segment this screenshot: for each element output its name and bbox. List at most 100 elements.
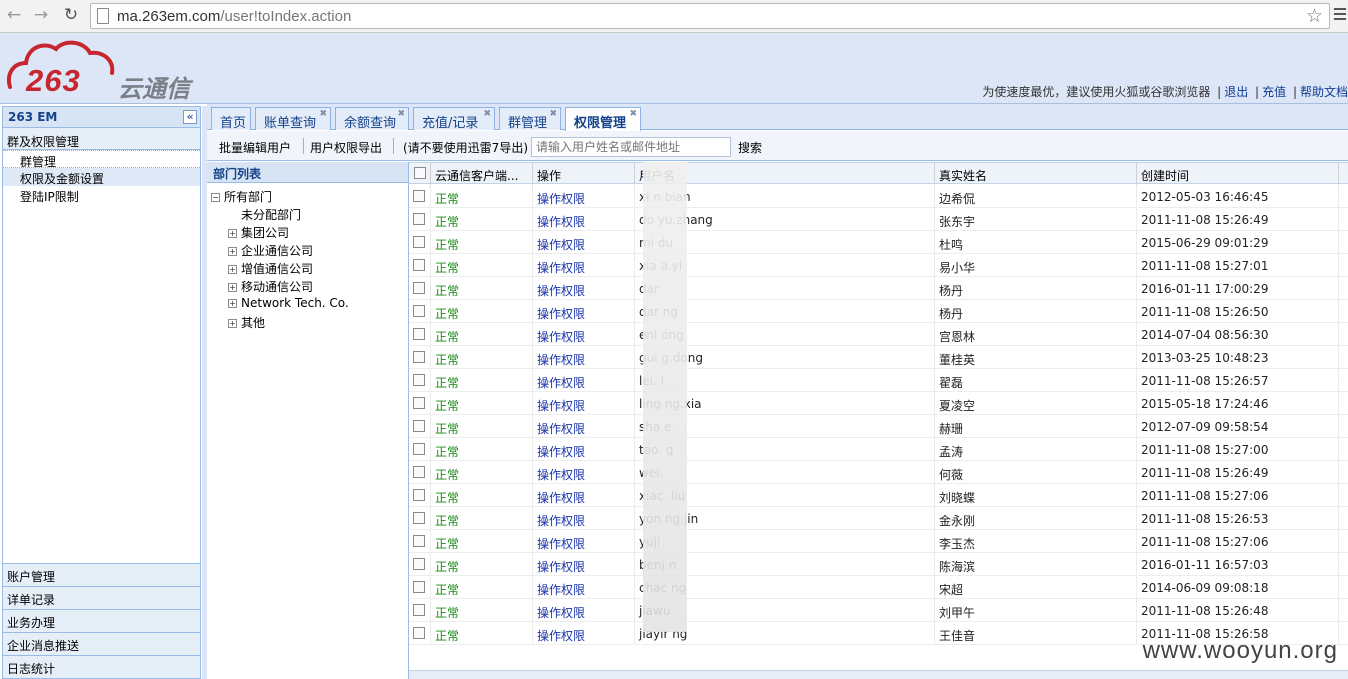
row-checkbox[interactable]: [413, 328, 425, 340]
sidebar-group-account[interactable]: 账户管理: [3, 563, 200, 586]
close-icon[interactable]: ✖: [549, 109, 557, 119]
row-checkbox[interactable]: [413, 305, 425, 317]
row-checkbox[interactable]: [413, 282, 425, 294]
expand-node-icon[interactable]: +: [228, 283, 237, 292]
row-checkbox[interactable]: [413, 443, 425, 455]
row-checkbox[interactable]: [413, 374, 425, 386]
tab-bill-query[interactable]: 账单查询 ✖: [255, 107, 331, 131]
operation-link[interactable]: 操作权限: [533, 530, 635, 553]
operation-link[interactable]: 操作权限: [533, 300, 635, 323]
table-row[interactable]: 正常操作权限xiac .liu刘晓蝶2011-11-08 15:27:06: [409, 484, 1348, 507]
table-row[interactable]: 正常操作权限tao. g孟涛2011-11-08 15:27:00: [409, 438, 1348, 461]
tree-node[interactable]: 未分配部门: [241, 206, 301, 223]
operation-link[interactable]: 操作权限: [533, 254, 635, 277]
column-header[interactable]: 创建时间: [1137, 163, 1339, 185]
operation-link[interactable]: 操作权限: [533, 461, 635, 484]
operation-link[interactable]: 操作权限: [533, 369, 635, 392]
tab-home[interactable]: 首页: [211, 107, 251, 131]
table-row[interactable]: 正常操作权限benj n陈海滨2016-01-11 16:57:03: [409, 553, 1348, 576]
tree-node[interactable]: + 其他: [228, 314, 265, 331]
sidebar-item-permission-amount[interactable]: 权限及金额设置: [3, 168, 200, 186]
table-row[interactable]: 正常操作权限xia a.yi易小华2011-11-08 15:27:01: [409, 254, 1348, 277]
row-checkbox[interactable]: [413, 581, 425, 593]
expand-node-icon[interactable]: +: [228, 265, 237, 274]
reload-icon[interactable]: ↻: [60, 4, 82, 26]
search-input[interactable]: [531, 137, 731, 157]
operation-link[interactable]: 操作权限: [533, 415, 635, 438]
select-all-checkbox[interactable]: [414, 167, 426, 179]
table-row[interactable]: 正常操作权限xi n.bian边希侃2012-05-03 16:46:45: [409, 185, 1348, 208]
operation-link[interactable]: 操作权限: [533, 576, 635, 599]
operation-link[interactable]: 操作权限: [533, 507, 635, 530]
table-row[interactable]: 正常操作权限dar杨丹2016-01-11 17:00:29: [409, 277, 1348, 300]
sidebar-item-ip-limit[interactable]: 登陆IP限制: [3, 186, 200, 204]
tree-node-root[interactable]: − 所有部门: [211, 188, 272, 205]
tree-node[interactable]: + 集团公司: [228, 224, 289, 241]
table-row[interactable]: 正常操作权限lei. i翟磊2011-11-08 15:26:57: [409, 369, 1348, 392]
tab-permission-manage[interactable]: 权限管理 ✖: [565, 107, 641, 131]
operation-link[interactable]: 操作权限: [533, 277, 635, 300]
row-checkbox[interactable]: [413, 466, 425, 478]
column-header[interactable]: 真实姓名: [935, 163, 1137, 185]
expand-node-icon[interactable]: +: [228, 247, 237, 256]
operation-link[interactable]: 操作权限: [533, 346, 635, 369]
export-button[interactable]: 用户权限导出: [310, 139, 382, 156]
row-checkbox[interactable]: [413, 489, 425, 501]
operation-link[interactable]: 操作权限: [533, 622, 635, 645]
operation-link[interactable]: 操作权限: [533, 208, 635, 231]
close-icon[interactable]: ✖: [397, 109, 405, 119]
row-checkbox[interactable]: [413, 351, 425, 363]
tree-node[interactable]: + 移动通信公司: [228, 278, 313, 295]
exit-link[interactable]: 退出: [1224, 85, 1248, 99]
table-row[interactable]: 正常操作权限do yu.zhang张东宇2011-11-08 15:26:49: [409, 208, 1348, 231]
close-icon[interactable]: ✖: [319, 109, 327, 119]
operation-link[interactable]: 操作权限: [533, 392, 635, 415]
row-checkbox[interactable]: [413, 236, 425, 248]
operation-link[interactable]: 操作权限: [533, 185, 635, 208]
help-link[interactable]: 帮助文档: [1300, 85, 1348, 99]
table-row[interactable]: 正常操作权限gui g.dong董桂英2013-03-25 10:48:23: [409, 346, 1348, 369]
tab-balance-query[interactable]: 余额查询 ✖: [335, 107, 409, 131]
operation-link[interactable]: 操作权限: [533, 323, 635, 346]
table-row[interactable]: 正常操作权限sha e赫珊2012-07-09 09:58:54: [409, 415, 1348, 438]
table-row[interactable]: 正常操作权限dar ng杨丹2011-11-08 15:26:50: [409, 300, 1348, 323]
tree-node[interactable]: + 增值通信公司: [228, 260, 313, 277]
bookmark-star-icon[interactable]: ☆: [1306, 5, 1323, 27]
table-row[interactable]: 正常操作权限yuji李玉杰2011-11-08 15:27:06: [409, 530, 1348, 553]
row-checkbox[interactable]: [413, 397, 425, 409]
collapse-node-icon[interactable]: −: [211, 193, 220, 202]
recharge-link[interactable]: 充值: [1262, 85, 1286, 99]
table-row[interactable]: 正常操作权限yon ng.jin金永刚2011-11-08 15:26:53: [409, 507, 1348, 530]
operation-link[interactable]: 操作权限: [533, 231, 635, 254]
row-checkbox[interactable]: [413, 512, 425, 524]
forward-arrow-icon[interactable]: →: [30, 4, 52, 26]
expand-node-icon[interactable]: +: [228, 319, 237, 328]
row-checkbox[interactable]: [413, 627, 425, 639]
sidebar-item-group-manage[interactable]: 群管理: [3, 150, 200, 169]
sidebar-group-log[interactable]: 日志统计: [3, 655, 200, 678]
table-row[interactable]: 正常操作权限enl ong宫恩林2014-07-04 08:56:30: [409, 323, 1348, 346]
operation-link[interactable]: 操作权限: [533, 484, 635, 507]
back-arrow-icon[interactable]: ←: [3, 4, 25, 26]
search-button[interactable]: 搜索: [738, 139, 762, 156]
table-row[interactable]: 正常操作权限chac ng宋超2014-06-09 09:08:18: [409, 576, 1348, 599]
row-checkbox[interactable]: [413, 259, 425, 271]
sidebar-group-business[interactable]: 业务办理: [3, 609, 200, 632]
table-row[interactable]: 正常操作权限wei.何薇2011-11-08 15:26:49: [409, 461, 1348, 484]
menu-icon[interactable]: [1334, 8, 1346, 24]
column-header[interactable]: 云通信客户端...: [431, 163, 533, 185]
table-row[interactable]: 正常操作权限ling ng.xia夏凌空2015-05-18 17:24:46: [409, 392, 1348, 415]
close-icon[interactable]: ✖: [629, 109, 637, 119]
row-checkbox[interactable]: [413, 535, 425, 547]
operation-link[interactable]: 操作权限: [533, 553, 635, 576]
table-row[interactable]: 正常操作权限jiawu刘甲午2011-11-08 15:26:48: [409, 599, 1348, 622]
sidebar-group-push[interactable]: 企业消息推送: [3, 632, 200, 655]
row-checkbox[interactable]: [413, 213, 425, 225]
tree-node[interactable]: + 企业通信公司: [228, 242, 313, 259]
row-checkbox[interactable]: [413, 604, 425, 616]
operation-link[interactable]: 操作权限: [533, 599, 635, 622]
collapse-icon[interactable]: «: [183, 110, 197, 124]
batch-edit-button[interactable]: 批量编辑用户: [219, 139, 291, 156]
tab-recharge[interactable]: 充值/记录 ✖: [413, 107, 495, 131]
address-bar[interactable]: ma.263em.com/user!toIndex.action ☆: [90, 3, 1330, 29]
